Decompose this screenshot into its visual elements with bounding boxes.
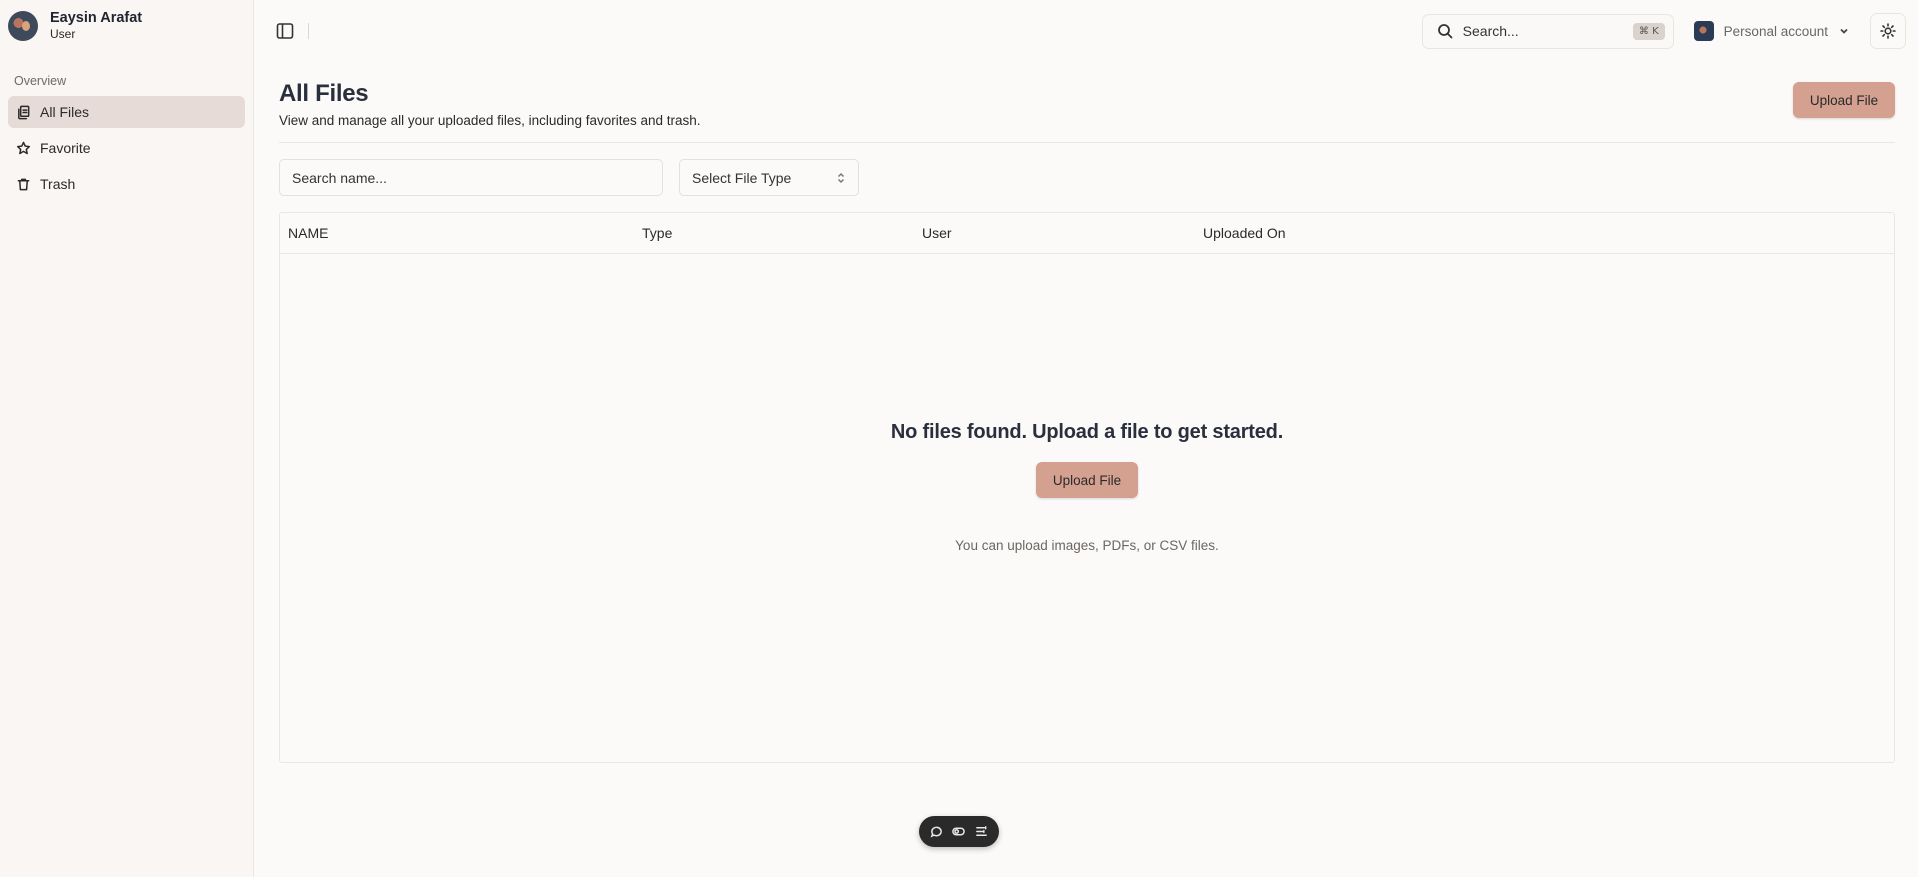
global-search-placeholder: Search... — [1462, 23, 1519, 39]
page-subtitle: View and manage all your uploaded files,… — [279, 113, 701, 128]
floating-toolbar — [919, 816, 999, 847]
file-type-select-label: Select File Type — [692, 169, 792, 186]
account-avatar — [1693, 21, 1714, 41]
chevron-down-icon — [1840, 28, 1848, 34]
column-header-type[interactable]: Type — [634, 225, 914, 241]
star-icon — [16, 141, 31, 154]
nav-section-overview: Overview — [14, 74, 67, 88]
user-profile[interactable]: Eaysin Arafat User — [8, 8, 245, 44]
table-header-row: NAME Type User Uploaded On — [280, 213, 1894, 254]
user-role: User — [50, 27, 76, 41]
page-header: All Files View and manage all your uploa… — [279, 62, 1895, 143]
theme-toggle-button[interactable] — [1870, 13, 1906, 49]
user-avatar — [8, 11, 38, 41]
list-settings-icon — [976, 826, 988, 836]
main-area: Search... ⌘ K Personal account All Files… — [254, 0, 1918, 877]
sidebar: Eaysin Arafat User Overview All Files Fa… — [0, 0, 254, 877]
empty-upload-file-button[interactable]: Upload File — [1036, 462, 1138, 498]
sidebar-item-favorite[interactable]: Favorite — [8, 132, 245, 164]
sidebar-item-label: Favorite — [40, 140, 91, 156]
app-root: Eaysin Arafat User Overview All Files Fa… — [0, 0, 1918, 877]
sidebar-panel-icon — [276, 23, 294, 39]
files-icon — [18, 105, 30, 119]
sidebar-item-all-files[interactable]: All Files — [8, 96, 245, 128]
search-icon — [1437, 24, 1453, 39]
account-label: Personal account — [1723, 23, 1828, 39]
sidebar-item-label: Trash — [40, 176, 76, 192]
page-title: All Files — [279, 80, 369, 107]
comment-icon — [930, 826, 942, 838]
topbar-divider — [308, 23, 309, 39]
global-search[interactable]: Search... ⌘ K — [1421, 13, 1674, 49]
account-switcher[interactable]: Personal account — [1693, 21, 1850, 41]
column-header-name[interactable]: NAME — [280, 225, 634, 241]
empty-state-title: No files found. Upload a file to get sta… — [890, 421, 1284, 443]
search-shortcut-badge: ⌘ K — [1632, 22, 1665, 40]
sidebar-item-trash[interactable]: Trash — [8, 168, 245, 200]
toggle-icon — [952, 827, 966, 836]
chevron-up-down-icon — [837, 172, 845, 183]
content: All Files View and manage all your uploa… — [254, 62, 1918, 763]
column-header-user[interactable]: User — [914, 225, 1195, 241]
column-header-uploaded-on[interactable]: Uploaded On — [1195, 225, 1286, 241]
files-table: NAME Type User Uploaded On No files foun… — [279, 212, 1895, 763]
user-name: Eaysin Arafat — [50, 10, 143, 26]
search-name-input[interactable] — [279, 159, 663, 196]
empty-state-hint: You can upload images, PDFs, or CSV file… — [955, 538, 1219, 553]
upload-file-button[interactable]: Upload File — [1793, 82, 1895, 118]
topbar: Search... ⌘ K Personal account — [254, 0, 1918, 62]
settings-list-button[interactable] — [972, 822, 992, 842]
toggle-view-button[interactable] — [949, 822, 969, 842]
trash-icon — [17, 178, 30, 190]
comment-button[interactable] — [926, 822, 946, 842]
empty-state: No files found. Upload a file to get sta… — [280, 421, 1894, 553]
sun-icon — [1880, 23, 1896, 39]
sidebar-toggle-button[interactable] — [270, 16, 300, 46]
filters-bar: Select File Type — [279, 159, 1895, 196]
file-type-select[interactable]: Select File Type — [679, 159, 859, 196]
sidebar-item-label: All Files — [40, 104, 90, 120]
